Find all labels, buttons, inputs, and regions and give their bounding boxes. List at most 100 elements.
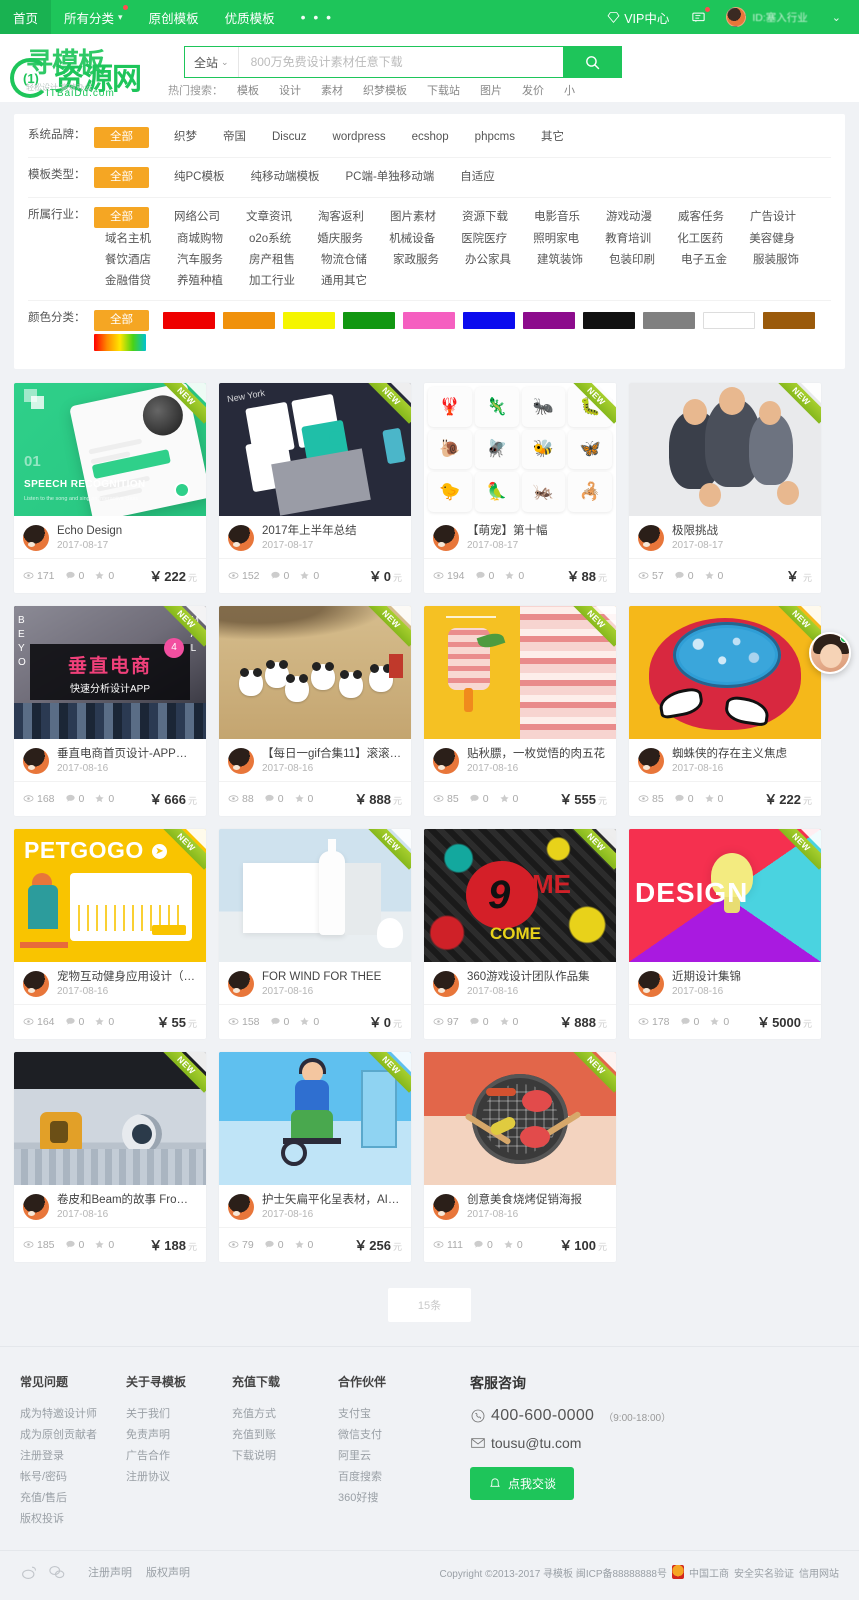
author-avatar[interactable] [228, 970, 254, 997]
filter-option[interactable]: 建筑装饰 [526, 251, 594, 270]
filter-option[interactable]: 家政服务 [382, 251, 450, 270]
card-title[interactable]: 极限挑战 [672, 524, 723, 538]
card-title[interactable]: 宠物互动健身应用设计（附aep... [57, 970, 197, 984]
filter-option[interactable]: 广告设计 [739, 208, 807, 227]
filter-option[interactable]: 域名主机 [94, 230, 162, 249]
filter-option[interactable]: 物流仓储 [310, 251, 378, 270]
filter-option[interactable]: o2o系统 [238, 230, 302, 249]
filter-option-all[interactable]: 全部 [94, 167, 149, 188]
color-swatch-2[interactable] [283, 312, 335, 329]
hot-search-item-6[interactable]: 发价 [512, 82, 554, 98]
result-count-label[interactable]: 15条 [387, 1288, 472, 1322]
filter-option[interactable]: 图片素材 [379, 208, 447, 227]
hot-search-item-7[interactable]: 小 [554, 82, 585, 98]
filter-option[interactable]: 服装服饰 [742, 251, 810, 270]
petgogo-thumb[interactable]: PETGOGO ➤ [14, 829, 206, 962]
card-title[interactable]: Echo Design [57, 524, 122, 538]
filter-option[interactable]: 威客任务 [667, 208, 735, 227]
filter-option[interactable]: 汽车服务 [166, 251, 234, 270]
filter-option[interactable]: 美容健身 [738, 230, 806, 249]
card-title[interactable]: 护士矢扁平化呈表材，AI源文件 [262, 1193, 402, 1207]
vip-center-link[interactable]: VIP中心 [597, 8, 679, 27]
color-swatch-10[interactable] [763, 312, 815, 329]
user-profile-chip[interactable]: ID:塞入行业 [718, 7, 815, 27]
card-title[interactable]: 【萌宠】第十幅 [467, 524, 548, 538]
filter-option[interactable]: 婚庆服务 [306, 230, 374, 249]
pets-grid-thumb[interactable]: 🦞 🦎 🐜 🐛 🐌 🪰 🐝 🦋 🐤 🦜 🦗 🦂 [424, 383, 616, 516]
filter-option[interactable]: 办公家具 [454, 251, 522, 270]
footer-link[interactable]: 注册协议 [126, 1467, 232, 1488]
filter-option[interactable]: PC端-单独移动端 [334, 168, 445, 187]
template-card[interactable]: 【每日一gif合集11】滚滚中国... 2017-08-16 88 0 0 ￥8… [219, 606, 411, 816]
gov-text-0[interactable]: 中国工商 [689, 1565, 729, 1580]
filter-option[interactable]: 包装印刷 [598, 251, 666, 270]
wechat-icon[interactable] [48, 1563, 66, 1581]
filter-option[interactable]: 资源下载 [451, 208, 519, 227]
author-avatar[interactable] [23, 1193, 49, 1220]
hot-search-item-4[interactable]: 下载站 [417, 82, 470, 98]
template-card[interactable]: FOR WIND FOR THEE 2017-08-16 158 0 0 ￥0元 [219, 829, 411, 1039]
card-title[interactable]: 创意美食烧烤促销海报 [467, 1193, 582, 1207]
design-collection-thumb[interactable]: DESIGN [629, 829, 821, 962]
for-wind-thumb[interactable] [219, 829, 411, 962]
card-title[interactable]: 蜘蛛侠的存在主义焦虑 [672, 747, 787, 761]
weibo-icon[interactable] [20, 1563, 38, 1581]
author-avatar[interactable] [433, 747, 459, 774]
hot-search-item-2[interactable]: 素材 [311, 82, 353, 98]
footer-link[interactable]: 关于我们 [126, 1404, 232, 1425]
nav-item-more[interactable]: • • • [288, 0, 346, 34]
card-title[interactable]: FOR WIND FOR THEE [262, 970, 381, 984]
template-card[interactable]: New York 2017年上半年总结 2017-08-17 152 0 0 ￥… [219, 383, 411, 593]
filter-option[interactable]: 房产租售 [238, 251, 306, 270]
filter-option[interactable]: 照明家电 [522, 230, 590, 249]
author-avatar[interactable] [23, 524, 49, 551]
search-input[interactable] [238, 47, 563, 77]
footer-link[interactable]: 百度搜索 [338, 1467, 444, 1488]
author-avatar[interactable] [433, 1193, 459, 1220]
template-card[interactable]: PETGOGO➤ 宠物互动健身应用设计（附aep... 2017-08-16 1… [14, 829, 206, 1039]
filter-option[interactable]: 商城购物 [166, 230, 234, 249]
footer-link[interactable]: 充值/售后 [20, 1488, 126, 1509]
template-card[interactable]: 🦞🦎🐜🐛 🐌🪰🐝🦋 🐤🦜🦗🦂 【萌宠】第十幅 2017-08-17 194 0 … [424, 383, 616, 593]
filter-option[interactable]: 机械设备 [378, 230, 446, 249]
color-swatch-1[interactable] [223, 312, 275, 329]
color-swatch-0[interactable] [163, 312, 215, 329]
footer-link[interactable]: 成为原创贡献者 [20, 1425, 126, 1446]
card-title[interactable]: 【每日一gif合集11】滚滚中国... [262, 747, 402, 761]
filter-option[interactable]: 金融借贷 [94, 272, 162, 291]
author-avatar[interactable] [228, 524, 254, 551]
filter-option[interactable]: 化工医药 [666, 230, 734, 249]
filter-option[interactable]: 纯PC模板 [163, 168, 235, 187]
beam-story-thumb[interactable] [14, 1052, 206, 1185]
vertical-ecommerce-thumb[interactable]: BEYOMAL 垂直电商 快速分析设计APP 4 [14, 606, 206, 739]
footer-link[interactable]: 充值方式 [232, 1404, 338, 1425]
360-game-thumb[interactable]: MECOME [424, 829, 616, 962]
filter-option[interactable]: 文章资讯 [235, 208, 303, 227]
filter-option[interactable]: 加工行业 [238, 272, 306, 291]
color-swatch-6[interactable] [523, 312, 575, 329]
footer-link[interactable]: 微信支付 [338, 1425, 444, 1446]
hot-search-item-5[interactable]: 图片 [470, 82, 512, 98]
color-swatch-7[interactable] [583, 312, 635, 329]
panda-gif-thumb[interactable] [219, 606, 411, 739]
filter-option[interactable]: 网络公司 [163, 208, 231, 227]
message-icon[interactable] [679, 6, 718, 25]
template-card[interactable]: 蜘蛛侠的存在主义焦虑 2017-08-16 85 0 0 ￥222元 [629, 606, 821, 816]
card-title[interactable]: 贴秋膘，一枚觉悟的肉五花 [467, 747, 605, 761]
color-swatch-4[interactable] [403, 312, 455, 329]
filter-option[interactable]: phpcms [464, 128, 526, 147]
filter-option[interactable]: 帝国 [212, 128, 257, 147]
filter-option[interactable]: ecshop [401, 128, 460, 147]
template-card[interactable]: 01 SPEECH RECOGNITION Listen to the song a… [14, 383, 206, 593]
2017-summary-thumb[interactable]: New York [219, 383, 411, 516]
footer-link[interactable]: 充值到账 [232, 1425, 338, 1446]
hot-search-item-3[interactable]: 织梦模板 [353, 82, 417, 98]
color-swatch-11[interactable] [94, 334, 146, 351]
author-avatar[interactable] [638, 970, 664, 997]
filter-option[interactable]: 其它 [530, 128, 575, 147]
template-card[interactable]: 创意美食烧烤促销海报 2017-08-16 111 0 0 ￥100元 [424, 1052, 616, 1262]
card-title[interactable]: 垂直电商首页设计-APP设计4 [57, 747, 197, 761]
hot-search-item-0[interactable]: 模板 [227, 82, 269, 98]
echo-design-thumb[interactable]: 01 SPEECH RECOGNITION Listen to the song a… [14, 383, 206, 516]
filter-option[interactable]: 电子五金 [670, 251, 738, 270]
